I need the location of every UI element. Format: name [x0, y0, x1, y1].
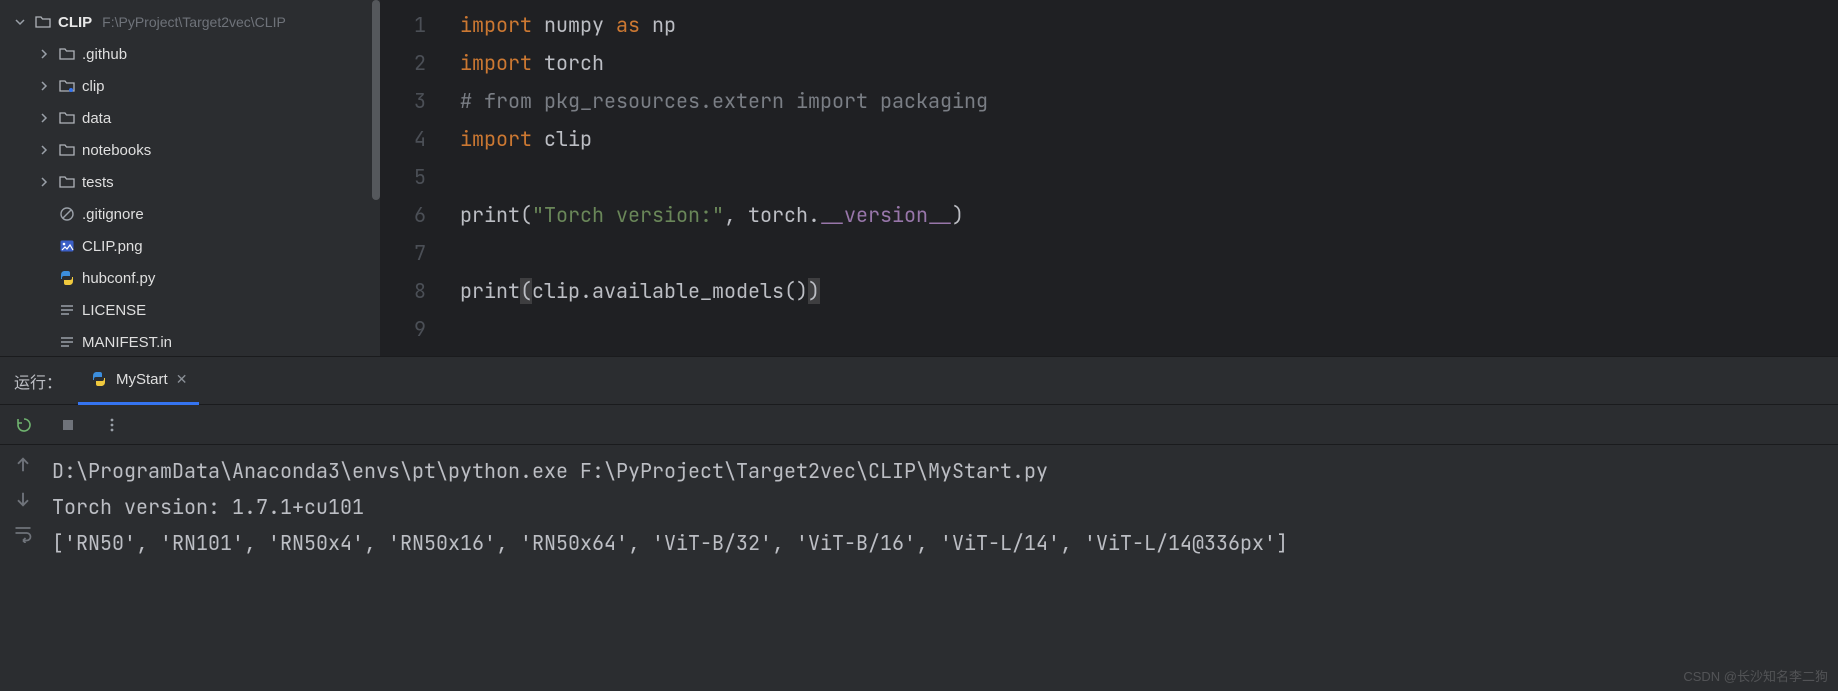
top-pane: CLIP F:\PyProject\Target2vec\CLIP .githu… — [0, 0, 1838, 356]
code-line[interactable]: import torch — [460, 44, 1838, 82]
console-output[interactable]: D:\ProgramData\Anaconda3\envs\pt\python.… — [46, 445, 1838, 691]
tree-item[interactable]: .github — [0, 38, 380, 70]
ignore-icon — [58, 205, 76, 223]
tree-item-label: clip — [82, 78, 105, 95]
tree-root-path: F:\PyProject\Target2vec\CLIP — [102, 14, 286, 30]
close-icon[interactable]: ✕ — [176, 371, 188, 388]
tree-item-label: hubconf.py — [82, 270, 155, 287]
run-toolbar — [0, 405, 1838, 445]
tree-item-label: notebooks — [82, 142, 151, 159]
line-number: 5 — [380, 158, 426, 196]
folder-icon — [58, 141, 76, 159]
folder-icon — [58, 77, 76, 95]
code-line[interactable] — [460, 234, 1838, 272]
tree-item[interactable]: .gitignore — [0, 198, 380, 230]
console-left-gutter — [0, 445, 46, 691]
folder-icon — [58, 109, 76, 127]
tree-item[interactable]: notebooks — [0, 134, 380, 166]
tree-root-label: CLIP — [58, 14, 92, 31]
code-editor[interactable]: 123456789 import numpy as npimport torch… — [380, 0, 1838, 356]
tree-item[interactable]: CLIP.png — [0, 230, 380, 262]
run-panel: 运行： MyStart ✕ — [0, 356, 1838, 691]
tree-item-label: MANIFEST.in — [82, 334, 172, 351]
code-line[interactable]: import clip — [460, 120, 1838, 158]
chevron-right-icon — [36, 110, 52, 126]
tree-item-label: CLIP.png — [82, 238, 143, 255]
text-file-icon — [58, 301, 76, 319]
up-arrow-icon[interactable] — [13, 455, 33, 475]
sidebar-scrollbar[interactable] — [370, 0, 380, 225]
line-number: 9 — [380, 310, 426, 348]
chevron-right-icon — [36, 142, 52, 158]
tree-item[interactable]: data — [0, 102, 380, 134]
line-number: 8 — [380, 272, 426, 310]
tree-root[interactable]: CLIP F:\PyProject\Target2vec\CLIP — [0, 6, 380, 38]
code-line[interactable] — [460, 310, 1838, 348]
line-number: 7 — [380, 234, 426, 272]
folder-icon — [34, 13, 52, 31]
console-line: Torch version: 1.7.1+cu101 — [52, 489, 1838, 525]
run-panel-title: 运行： — [14, 369, 62, 393]
project-tree[interactable]: CLIP F:\PyProject\Target2vec\CLIP .githu… — [0, 0, 380, 356]
down-arrow-icon[interactable] — [13, 489, 33, 509]
text-file-icon — [58, 333, 76, 351]
tree-item-label: .github — [82, 46, 127, 63]
run-tab[interactable]: MyStart ✕ — [78, 357, 199, 405]
chevron-right-icon — [36, 46, 52, 62]
tree-item-label: LICENSE — [82, 302, 146, 319]
line-number: 3 — [380, 82, 426, 120]
code-line[interactable]: print(clip.available_models()) — [460, 272, 1838, 310]
rerun-icon[interactable] — [14, 415, 34, 435]
line-number: 1 — [380, 6, 426, 44]
tree-item-label: .gitignore — [82, 206, 144, 223]
code-line[interactable]: print("Torch version:", torch.__version_… — [460, 196, 1838, 234]
sidebar-scrollbar-thumb[interactable] — [372, 0, 380, 200]
tree-item-label: data — [82, 110, 111, 127]
code-line[interactable]: # from pkg_resources.extern import packa… — [460, 82, 1838, 120]
stop-icon[interactable] — [58, 415, 78, 435]
tree-item[interactable]: MANIFEST.in — [0, 326, 380, 356]
python-icon — [90, 370, 108, 388]
tree-item[interactable]: clip — [0, 70, 380, 102]
code-area[interactable]: import numpy as npimport torch# from pkg… — [440, 0, 1838, 356]
code-line[interactable] — [460, 158, 1838, 196]
tree-item[interactable]: hubconf.py — [0, 262, 380, 294]
code-line[interactable]: import numpy as np — [460, 6, 1838, 44]
console-body: D:\ProgramData\Anaconda3\envs\pt\python.… — [0, 445, 1838, 691]
watermark: CSDN @长沙知名李二狗 — [1683, 666, 1828, 685]
line-gutter: 123456789 — [380, 0, 440, 356]
run-tab-bar: 运行： MyStart ✕ — [0, 357, 1838, 405]
tree-item-label: tests — [82, 174, 114, 191]
tree-item[interactable]: tests — [0, 166, 380, 198]
chevron-right-icon — [36, 78, 52, 94]
console-line: D:\ProgramData\Anaconda3\envs\pt\python.… — [52, 453, 1838, 489]
line-number: 2 — [380, 44, 426, 82]
folder-icon — [58, 45, 76, 63]
soft-wrap-icon[interactable] — [13, 523, 33, 543]
run-tab-label: MyStart — [116, 371, 168, 388]
folder-icon — [58, 173, 76, 191]
image-icon — [58, 237, 76, 255]
line-number: 6 — [380, 196, 426, 234]
line-number: 4 — [380, 120, 426, 158]
tree-item[interactable]: LICENSE — [0, 294, 380, 326]
chevron-right-icon — [36, 174, 52, 190]
more-icon[interactable] — [102, 415, 122, 435]
python-icon — [58, 269, 76, 287]
console-line: ['RN50', 'RN101', 'RN50x4', 'RN50x16', '… — [52, 525, 1838, 561]
chevron-down-icon — [12, 14, 28, 30]
